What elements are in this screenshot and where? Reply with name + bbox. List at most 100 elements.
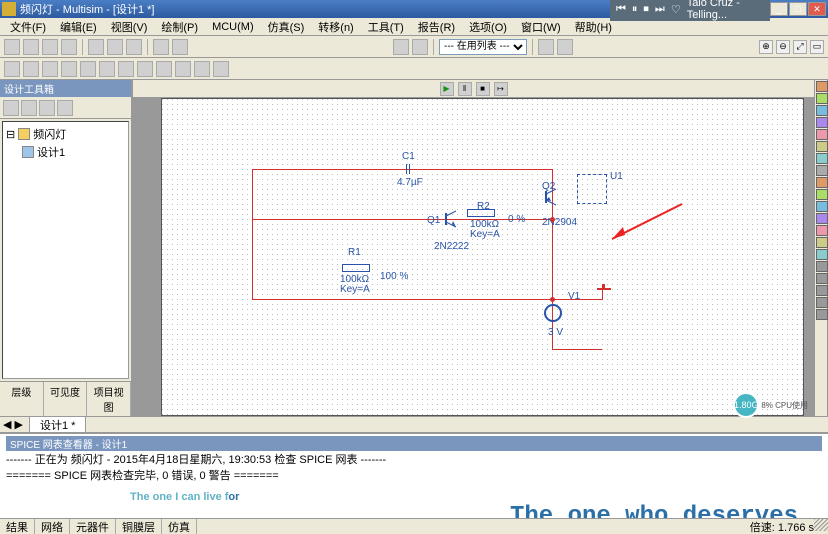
instr-agilent-scope[interactable] [816,273,828,284]
instr-4ch-scope[interactable] [816,129,828,140]
sim-play-icon[interactable]: ▶ [440,82,454,96]
menu-reports[interactable]: 报告(R) [412,18,461,36]
instr-counter[interactable] [816,153,828,164]
tb-cut[interactable] [88,39,104,55]
instr-funcgen[interactable] [816,93,828,104]
instr-wordgen[interactable] [816,165,828,176]
tb-undo[interactable] [153,39,169,55]
menu-window[interactable]: 窗口(W) [515,18,567,36]
tb-grid[interactable] [393,39,409,55]
minimize-button[interactable]: _ [770,2,788,16]
media-next-icon[interactable]: ⏭ [655,3,665,16]
instr-wattmeter[interactable] [816,105,828,116]
place-ttl[interactable] [99,61,115,77]
place-transistor[interactable] [61,61,77,77]
menu-place[interactable]: 绘制(P) [155,18,204,36]
menu-options[interactable]: 选项(O) [463,18,513,36]
place-electromech[interactable] [213,61,229,77]
instr-logic-analyzer[interactable] [816,177,828,188]
sim-pause-icon[interactable]: ‖ [458,82,472,96]
menu-mcu[interactable]: MCU(M) [206,20,260,34]
rtab-nets[interactable]: 网络 [35,519,70,534]
place-cmos[interactable] [118,61,134,77]
instr-agilent-mm[interactable] [816,261,828,272]
component-u1[interactable] [577,174,607,204]
menu-transfer[interactable]: 转移(n) [312,18,359,36]
media-heart-icon[interactable]: ♡ [671,3,681,16]
ground-symbol[interactable] [597,284,611,294]
tb-scope[interactable] [538,39,554,55]
tree-open[interactable] [21,100,37,116]
zoom-region-icon[interactable]: ▭ [810,40,824,54]
instr-distortion[interactable] [816,213,828,224]
media-stop-icon[interactable]: ⏹ [643,3,649,16]
tb-open[interactable] [23,39,39,55]
place-rf[interactable] [194,61,210,77]
tree-root[interactable]: ⊟ 频闪灯 [6,125,125,143]
instr-labview[interactable] [816,297,828,308]
tab-project-view[interactable]: 项目视图 [87,382,131,416]
in-use-list-select[interactable]: --- 在用列表 --- [439,39,527,55]
rtab-sim[interactable]: 仿真 [162,519,197,534]
place-indicator[interactable] [156,61,172,77]
design-tab-1[interactable]: 设计1 * [29,416,86,433]
instr-multimeter[interactable] [816,81,828,92]
instr-logic-conv[interactable] [816,189,828,200]
place-analog[interactable] [80,61,96,77]
tab-visibility[interactable]: 可见度 [44,382,88,416]
tb-snap[interactable] [412,39,428,55]
menu-file[interactable]: 文件(F) [4,18,52,36]
tree-save[interactable] [39,100,55,116]
instr-scope[interactable] [816,117,828,128]
menu-simulate[interactable]: 仿真(S) [262,18,311,36]
media-player[interactable]: ⏮ ⏸ ⏹ ⏭ ♡ Talo Cruz - Telling... [610,0,770,21]
voltage-source-v1[interactable] [544,304,562,322]
maximize-button[interactable]: □ [789,2,807,16]
zoom-out-icon[interactable]: ⊖ [776,40,790,54]
tb-redo[interactable] [172,39,188,55]
instr-agilent-fg[interactable] [816,249,828,260]
transistor-q1[interactable] [442,209,458,229]
menu-view[interactable]: 视图(V) [105,18,154,36]
resize-grip-icon[interactable] [814,519,828,531]
zoom-in-icon[interactable]: ⊕ [759,40,773,54]
place-misc[interactable] [137,61,153,77]
potentiometer-r1[interactable] [342,264,370,272]
menu-edit[interactable]: 编辑(E) [54,18,103,36]
place-source[interactable] [4,61,20,77]
sim-step-icon[interactable]: ↦ [494,82,508,96]
rtab-copper[interactable]: 铜膜层 [116,519,162,534]
rtab-results[interactable]: 结果 [0,519,35,534]
tree-new[interactable] [3,100,19,116]
tb-new[interactable] [4,39,20,55]
capacitor-c1[interactable] [402,164,414,174]
place-diode[interactable] [42,61,58,77]
tb-paste[interactable] [126,39,142,55]
tab-hierarchy[interactable]: 层级 [0,382,44,416]
schematic-canvas[interactable]: C1 4.7µF Q1 2N2222 R2 100kΩ Key=A 0 % Q2 [161,98,804,416]
instr-iv[interactable] [816,201,828,212]
tb-analyzer[interactable] [557,39,573,55]
instr-network[interactable] [816,237,828,248]
media-pause-icon[interactable]: ⏸ [632,3,638,16]
place-basic[interactable] [23,61,39,77]
sim-stop-icon[interactable]: ■ [476,82,490,96]
instr-probe[interactable] [816,309,828,320]
tree-child[interactable]: 设计1 [6,143,125,161]
close-button[interactable]: ✕ [808,2,826,16]
instr-bode[interactable] [816,141,828,152]
menu-help[interactable]: 帮助(H) [569,18,618,36]
tb-copy[interactable] [107,39,123,55]
instr-tek-scope[interactable] [816,285,828,296]
tree-refresh[interactable] [57,100,73,116]
tb-print[interactable] [61,39,77,55]
tab-nav[interactable]: ◀ ▶ [3,418,23,431]
media-prev-icon[interactable]: ⏮ [616,3,626,16]
place-power[interactable] [175,61,191,77]
zoom-fit-icon[interactable]: ⤢ [793,40,807,54]
tb-save[interactable] [42,39,58,55]
rtab-components[interactable]: 元器件 [70,519,116,534]
menu-tools[interactable]: 工具(T) [362,18,410,36]
instr-spectrum[interactable] [816,225,828,236]
design-tree[interactable]: ⊟ 频闪灯 设计1 [2,121,129,379]
